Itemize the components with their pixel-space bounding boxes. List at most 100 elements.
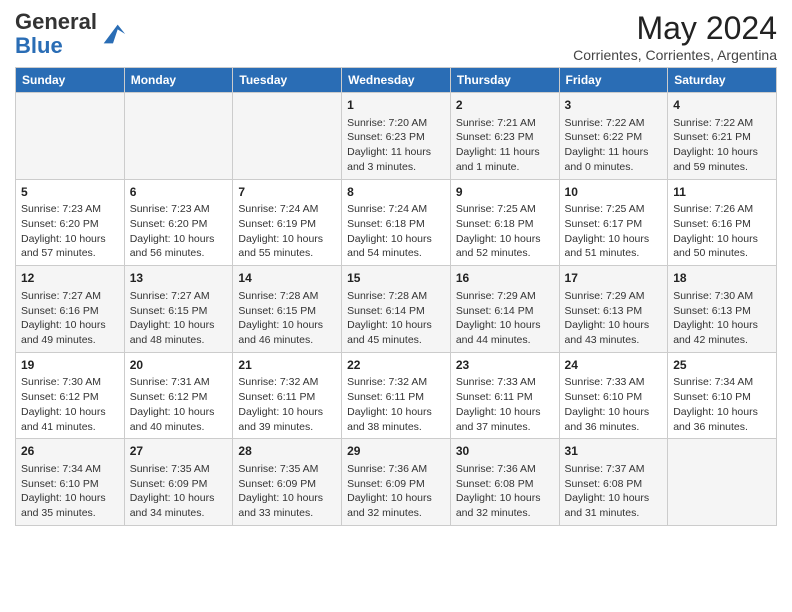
day-info: Sunrise: 7:33 AM Sunset: 6:11 PM Dayligh…	[456, 376, 541, 432]
logo: General Blue	[15, 10, 127, 58]
day-number: 14	[238, 270, 336, 287]
day-info: Sunrise: 7:35 AM Sunset: 6:09 PM Dayligh…	[238, 463, 323, 519]
day-info: Sunrise: 7:30 AM Sunset: 6:12 PM Dayligh…	[21, 376, 106, 432]
day-info: Sunrise: 7:30 AM Sunset: 6:13 PM Dayligh…	[673, 290, 758, 346]
calendar-cell: 21 Sunrise: 7:32 AM Sunset: 6:11 PM Dayli…	[233, 352, 342, 439]
day-number: 5	[21, 184, 119, 201]
day-number: 23	[456, 357, 554, 374]
day-number: 18	[673, 270, 771, 287]
day-number: 19	[21, 357, 119, 374]
calendar-header: Sunday Monday Tuesday Wednesday Thursday…	[16, 68, 777, 93]
day-info: Sunrise: 7:29 AM Sunset: 6:13 PM Dayligh…	[565, 290, 650, 346]
calendar-cell: 20 Sunrise: 7:31 AM Sunset: 6:12 PM Dayli…	[124, 352, 233, 439]
title-block: May 2024 Corrientes, Corrientes, Argenti…	[573, 10, 777, 63]
day-info: Sunrise: 7:33 AM Sunset: 6:10 PM Dayligh…	[565, 376, 650, 432]
calendar-week-4: 19 Sunrise: 7:30 AM Sunset: 6:12 PM Dayli…	[16, 352, 777, 439]
day-info: Sunrise: 7:29 AM Sunset: 6:14 PM Dayligh…	[456, 290, 541, 346]
calendar-cell: 28 Sunrise: 7:35 AM Sunset: 6:09 PM Dayli…	[233, 439, 342, 526]
calendar-week-3: 12 Sunrise: 7:27 AM Sunset: 6:16 PM Dayli…	[16, 266, 777, 353]
day-info: Sunrise: 7:28 AM Sunset: 6:14 PM Dayligh…	[347, 290, 432, 346]
calendar-cell: 15 Sunrise: 7:28 AM Sunset: 6:14 PM Dayli…	[342, 266, 451, 353]
day-number: 21	[238, 357, 336, 374]
day-info: Sunrise: 7:23 AM Sunset: 6:20 PM Dayligh…	[130, 203, 215, 259]
calendar-cell: 27 Sunrise: 7:35 AM Sunset: 6:09 PM Dayli…	[124, 439, 233, 526]
day-info: Sunrise: 7:31 AM Sunset: 6:12 PM Dayligh…	[130, 376, 215, 432]
calendar-cell: 11 Sunrise: 7:26 AM Sunset: 6:16 PM Dayli…	[668, 179, 777, 266]
calendar-cell: 30Sunrise: 7:36 AM Sunset: 6:08 PM Dayli…	[450, 439, 559, 526]
day-info: Sunrise: 7:20 AM Sunset: 6:23 PM Dayligh…	[347, 117, 431, 173]
day-number: 8	[347, 184, 445, 201]
header-row: Sunday Monday Tuesday Wednesday Thursday…	[16, 68, 777, 93]
day-number: 7	[238, 184, 336, 201]
day-number: 12	[21, 270, 119, 287]
day-info: Sunrise: 7:35 AM Sunset: 6:09 PM Dayligh…	[130, 463, 215, 519]
day-info: Sunrise: 7:26 AM Sunset: 6:16 PM Dayligh…	[673, 203, 758, 259]
day-number: 31	[565, 443, 663, 460]
day-number: 11	[673, 184, 771, 201]
day-info: Sunrise: 7:27 AM Sunset: 6:16 PM Dayligh…	[21, 290, 106, 346]
calendar-cell: 23 Sunrise: 7:33 AM Sunset: 6:11 PM Dayli…	[450, 352, 559, 439]
day-info: Sunrise: 7:22 AM Sunset: 6:21 PM Dayligh…	[673, 117, 758, 173]
calendar-cell: 13 Sunrise: 7:27 AM Sunset: 6:15 PM Dayli…	[124, 266, 233, 353]
calendar-cell: 2Sunrise: 7:21 AM Sunset: 6:23 PM Daylig…	[450, 93, 559, 180]
calendar-cell: 16 Sunrise: 7:29 AM Sunset: 6:14 PM Dayli…	[450, 266, 559, 353]
col-wednesday: Wednesday	[342, 68, 451, 93]
calendar-week-1: 1Sunrise: 7:20 AM Sunset: 6:23 PM Daylig…	[16, 93, 777, 180]
day-number: 22	[347, 357, 445, 374]
day-info: Sunrise: 7:37 AM Sunset: 6:08 PM Dayligh…	[565, 463, 650, 519]
day-number: 16	[456, 270, 554, 287]
calendar-cell: 9Sunrise: 7:25 AM Sunset: 6:18 PM Daylig…	[450, 179, 559, 266]
calendar-week-5: 26Sunrise: 7:34 AM Sunset: 6:10 PM Dayli…	[16, 439, 777, 526]
day-number: 10	[565, 184, 663, 201]
calendar-cell: 25 Sunrise: 7:34 AM Sunset: 6:10 PM Dayli…	[668, 352, 777, 439]
logo-icon	[99, 20, 127, 48]
calendar-week-2: 5 Sunrise: 7:23 AM Sunset: 6:20 PM Daylig…	[16, 179, 777, 266]
calendar-cell	[668, 439, 777, 526]
calendar-cell	[16, 93, 125, 180]
day-number: 15	[347, 270, 445, 287]
calendar-cell	[124, 93, 233, 180]
day-number: 29	[347, 443, 445, 460]
calendar-cell: 6Sunrise: 7:23 AM Sunset: 6:20 PM Daylig…	[124, 179, 233, 266]
day-info: Sunrise: 7:28 AM Sunset: 6:15 PM Dayligh…	[238, 290, 323, 346]
calendar-cell: 7Sunrise: 7:24 AM Sunset: 6:19 PM Daylig…	[233, 179, 342, 266]
day-number: 20	[130, 357, 228, 374]
day-number: 13	[130, 270, 228, 287]
day-number: 28	[238, 443, 336, 460]
col-saturday: Saturday	[668, 68, 777, 93]
day-info: Sunrise: 7:32 AM Sunset: 6:11 PM Dayligh…	[347, 376, 432, 432]
calendar-cell: 14 Sunrise: 7:28 AM Sunset: 6:15 PM Dayli…	[233, 266, 342, 353]
calendar-body: 1Sunrise: 7:20 AM Sunset: 6:23 PM Daylig…	[16, 93, 777, 526]
calendar-table: Sunday Monday Tuesday Wednesday Thursday…	[15, 67, 777, 526]
day-number: 25	[673, 357, 771, 374]
day-info: Sunrise: 7:23 AM Sunset: 6:20 PM Dayligh…	[21, 203, 106, 259]
location-subtitle: Corrientes, Corrientes, Argentina	[573, 47, 777, 63]
day-info: Sunrise: 7:27 AM Sunset: 6:15 PM Dayligh…	[130, 290, 215, 346]
page-header: General Blue May 2024 Corrientes, Corrie…	[15, 10, 777, 63]
calendar-cell: 12 Sunrise: 7:27 AM Sunset: 6:16 PM Dayli…	[16, 266, 125, 353]
calendar-cell: 29 Sunrise: 7:36 AM Sunset: 6:09 PM Dayli…	[342, 439, 451, 526]
day-info: Sunrise: 7:34 AM Sunset: 6:10 PM Dayligh…	[21, 463, 106, 519]
calendar-cell: 1Sunrise: 7:20 AM Sunset: 6:23 PM Daylig…	[342, 93, 451, 180]
day-number: 27	[130, 443, 228, 460]
day-info: Sunrise: 7:25 AM Sunset: 6:18 PM Dayligh…	[456, 203, 541, 259]
calendar-cell: 18 Sunrise: 7:30 AM Sunset: 6:13 PM Dayli…	[668, 266, 777, 353]
day-number: 17	[565, 270, 663, 287]
logo-blue: Blue	[15, 33, 63, 58]
day-info: Sunrise: 7:22 AM Sunset: 6:22 PM Dayligh…	[565, 117, 649, 173]
month-title: May 2024	[573, 10, 777, 47]
calendar-cell: 8Sunrise: 7:24 AM Sunset: 6:18 PM Daylig…	[342, 179, 451, 266]
calendar-cell: 4 Sunrise: 7:22 AM Sunset: 6:21 PM Daylig…	[668, 93, 777, 180]
calendar-cell: 3Sunrise: 7:22 AM Sunset: 6:22 PM Daylig…	[559, 93, 668, 180]
col-sunday: Sunday	[16, 68, 125, 93]
day-info: Sunrise: 7:36 AM Sunset: 6:09 PM Dayligh…	[347, 463, 432, 519]
day-number: 4	[673, 97, 771, 114]
day-info: Sunrise: 7:32 AM Sunset: 6:11 PM Dayligh…	[238, 376, 323, 432]
calendar-cell: 26Sunrise: 7:34 AM Sunset: 6:10 PM Dayli…	[16, 439, 125, 526]
col-tuesday: Tuesday	[233, 68, 342, 93]
day-info: Sunrise: 7:34 AM Sunset: 6:10 PM Dayligh…	[673, 376, 758, 432]
calendar-cell: 5 Sunrise: 7:23 AM Sunset: 6:20 PM Daylig…	[16, 179, 125, 266]
calendar-cell: 19 Sunrise: 7:30 AM Sunset: 6:12 PM Dayli…	[16, 352, 125, 439]
col-monday: Monday	[124, 68, 233, 93]
calendar-cell: 17 Sunrise: 7:29 AM Sunset: 6:13 PM Dayli…	[559, 266, 668, 353]
